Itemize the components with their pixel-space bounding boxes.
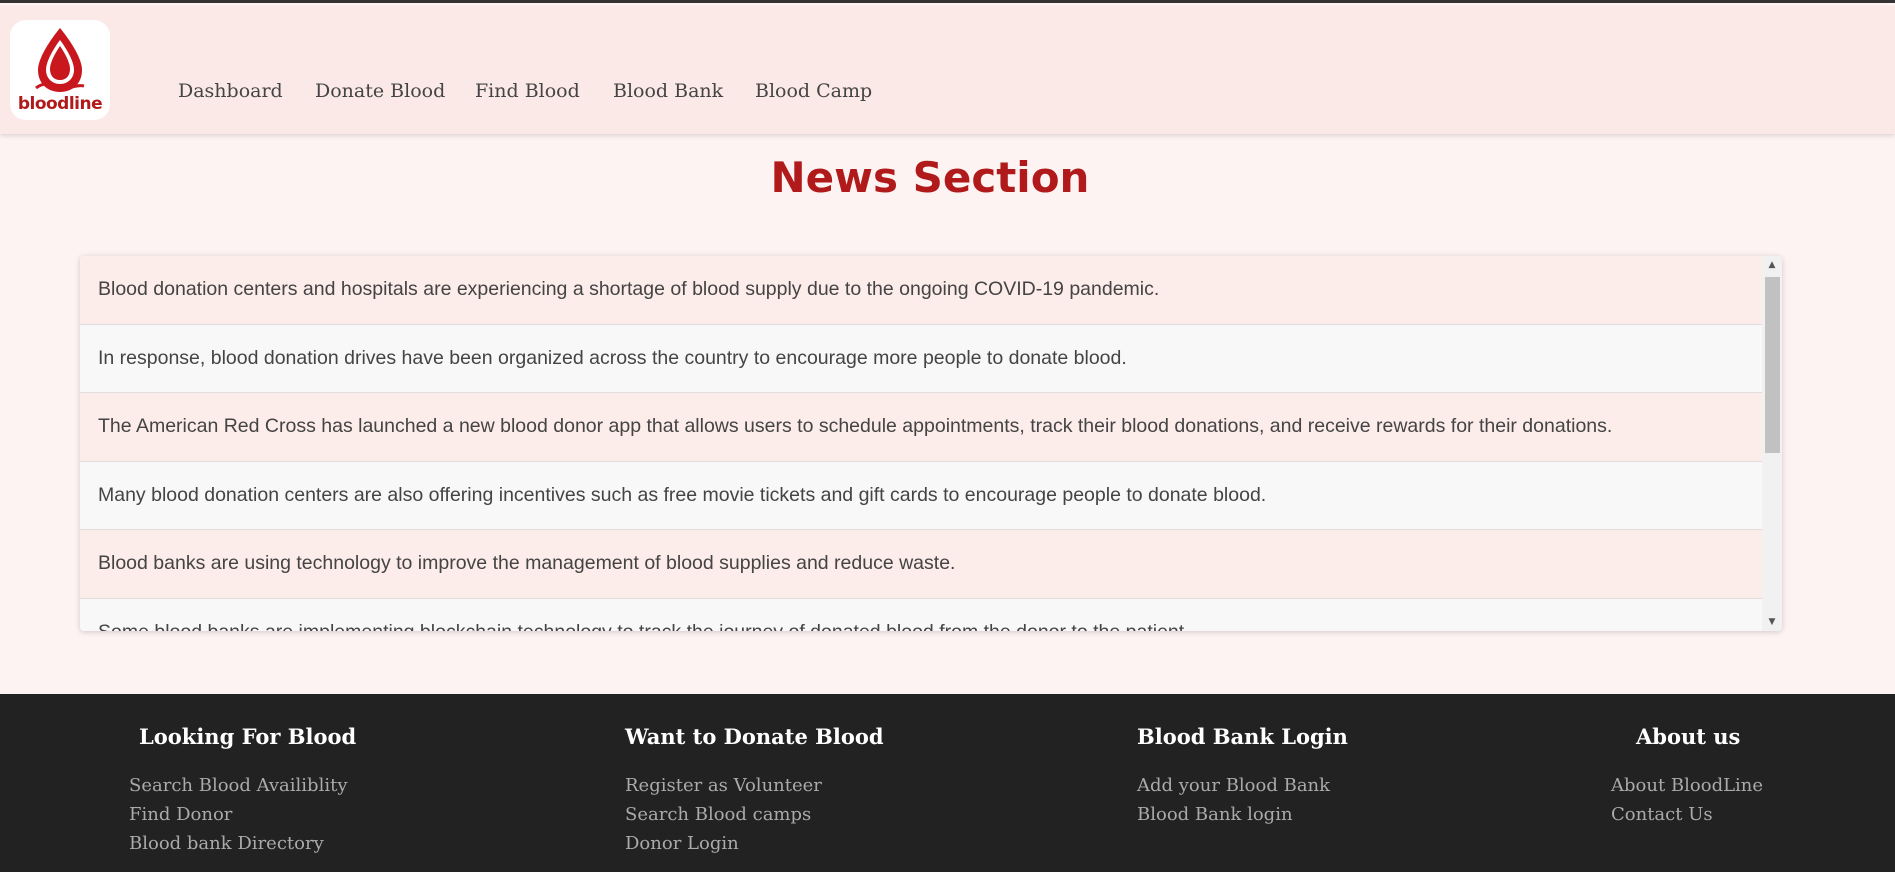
footer-link-search-blood[interactable]: Search Blood Availiblity bbox=[129, 771, 356, 800]
footer-link-donor-login[interactable]: Donor Login bbox=[625, 829, 884, 858]
footer-link-find-donor[interactable]: Find Donor bbox=[129, 800, 356, 829]
header: bloodline Dashboard Donate Blood Find Bl… bbox=[0, 6, 1895, 134]
logo-wordmark: bloodline bbox=[10, 94, 110, 114]
news-list-box[interactable]: Blood donation centers and hospitals are… bbox=[80, 256, 1782, 631]
scroll-down-arrow-icon[interactable]: ▼ bbox=[1762, 613, 1782, 631]
footer-col-blood-bank-login: Blood Bank Login Add your Blood Bank Blo… bbox=[1137, 724, 1348, 829]
news-list: Blood donation centers and hospitals are… bbox=[80, 256, 1762, 631]
footer: Looking For Blood Search Blood Availibli… bbox=[0, 694, 1895, 872]
footer-col-about: About us About BloodLine Contact Us bbox=[1611, 724, 1763, 829]
nav-blood-camp[interactable]: Blood Camp bbox=[755, 80, 872, 102]
news-item: Some blood banks are implementing blockc… bbox=[80, 598, 1762, 631]
news-item: In response, blood donation drives have … bbox=[80, 324, 1762, 393]
footer-link-add-blood-bank[interactable]: Add your Blood Bank bbox=[1137, 771, 1348, 800]
bloodline-logo[interactable]: bloodline bbox=[10, 20, 110, 120]
nav-blood-bank[interactable]: Blood Bank bbox=[613, 80, 723, 102]
footer-link-blood-bank-login[interactable]: Blood Bank login bbox=[1137, 800, 1348, 829]
blood-drop-icon bbox=[35, 28, 85, 92]
footer-heading: Looking For Blood bbox=[139, 724, 357, 749]
page-title: News Section bbox=[770, 153, 1090, 202]
footer-link-register-volunteer[interactable]: Register as Volunteer bbox=[625, 771, 884, 800]
logo-text-blood: blood bbox=[17, 94, 70, 114]
footer-link-about-bloodline[interactable]: About BloodLine bbox=[1611, 771, 1763, 800]
footer-heading: Want to Donate Blood bbox=[625, 724, 884, 749]
footer-heading: Blood Bank Login bbox=[1137, 724, 1348, 749]
footer-link-contact-us[interactable]: Contact Us bbox=[1611, 800, 1763, 829]
news-scrollbar[interactable]: ▲ ▼ bbox=[1762, 256, 1782, 631]
nav-dashboard[interactable]: Dashboard bbox=[178, 80, 283, 102]
news-item: The American Red Cross has launched a ne… bbox=[80, 393, 1762, 462]
footer-link-blood-bank-directory[interactable]: Blood bank Directory bbox=[129, 829, 356, 858]
news-item: Blood donation centers and hospitals are… bbox=[80, 256, 1762, 325]
news-item: Many blood donation centers are also off… bbox=[80, 461, 1762, 530]
footer-col-donate: Want to Donate Blood Register as Volunte… bbox=[625, 724, 884, 858]
news-item: Blood banks are using technology to impr… bbox=[80, 530, 1762, 599]
logo-text-line: line bbox=[68, 94, 103, 114]
footer-heading: About us bbox=[1636, 724, 1741, 749]
scroll-up-arrow-icon[interactable]: ▲ bbox=[1762, 256, 1782, 274]
footer-link-search-camps[interactable]: Search Blood camps bbox=[625, 800, 884, 829]
nav-find-blood[interactable]: Find Blood bbox=[475, 80, 580, 102]
footer-col-looking-for-blood: Looking For Blood Search Blood Availibli… bbox=[129, 724, 356, 858]
nav-donate-blood[interactable]: Donate Blood bbox=[315, 80, 445, 102]
scroll-thumb[interactable] bbox=[1765, 277, 1780, 453]
